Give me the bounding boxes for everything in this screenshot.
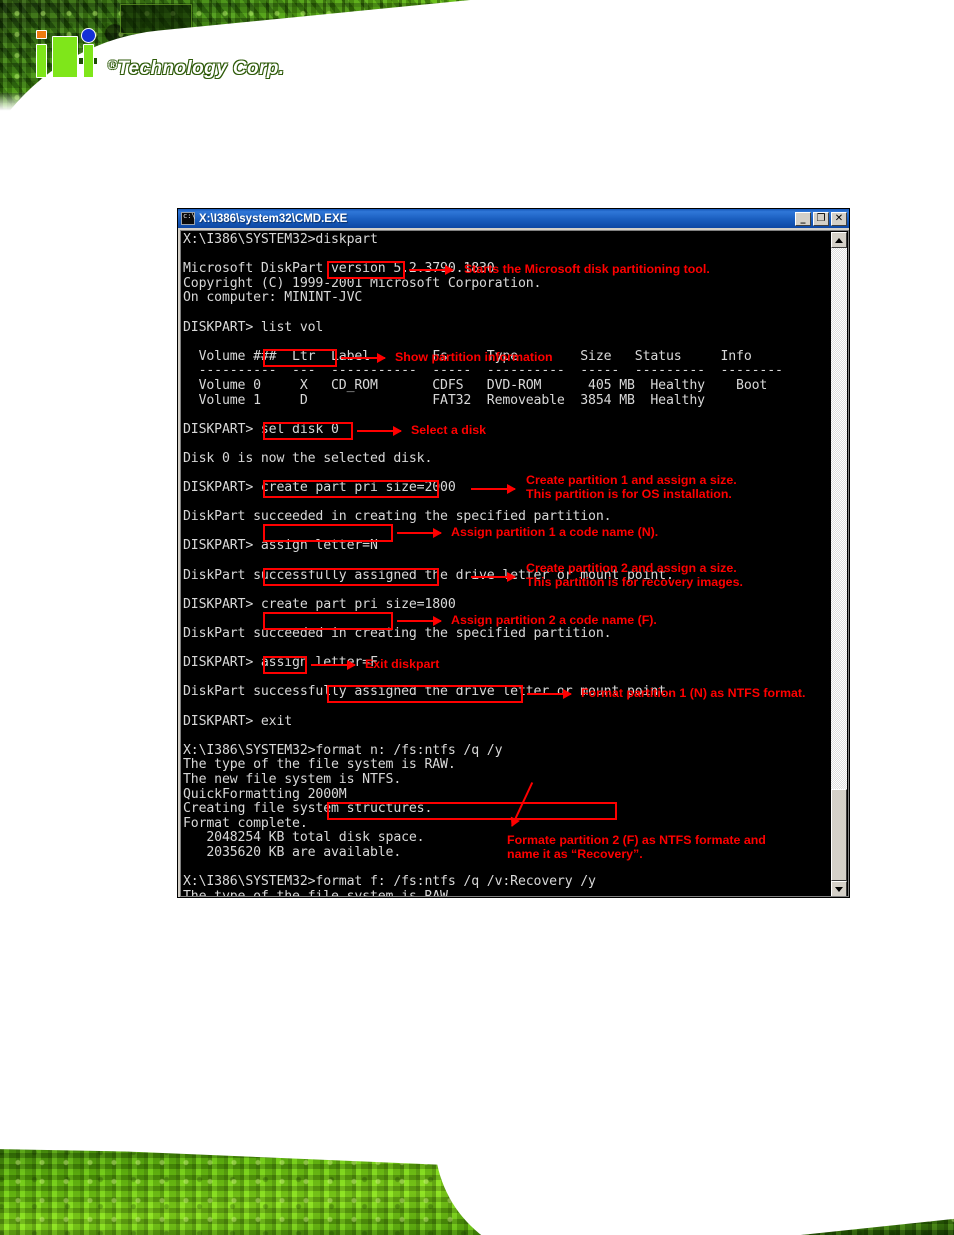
logo-letter-e <box>52 36 97 78</box>
footer-fade <box>0 1130 954 1142</box>
annotation-exit-diskpart: Exit diskpart <box>365 657 440 671</box>
logo-i-dot-blue <box>81 28 96 43</box>
console-line: The type of the file system is RAW. <box>183 757 456 773</box>
console-line: The new file system is NTFS. <box>183 771 402 787</box>
console-line: DISKPART> assign letter=F <box>183 655 378 671</box>
console-line: DiskPart succeeded in creating the speci… <box>183 509 612 525</box>
console-line: DISKPART> exit <box>183 713 293 729</box>
logo-i-dot-orange <box>36 30 47 39</box>
console-line: X:\I386\SYSTEM32>format n: /fs:ntfs /q /… <box>183 742 503 758</box>
logo-letter-i2 <box>83 44 94 78</box>
iei-logo: ®Technology Corp. <box>34 28 284 80</box>
minimize-button[interactable]: _ <box>795 211 811 226</box>
close-button[interactable]: ✕ <box>831 211 847 226</box>
console-line: DiskPart succeeded in creating the speci… <box>183 626 612 642</box>
window-controls: _ ❐ ✕ <box>795 211 847 226</box>
arrow-format-n <box>527 689 572 699</box>
arrow-diskpart <box>409 265 454 275</box>
cmd-window[interactable]: X:\I386\system32\CMD.EXE _ ❐ ✕ X:\I386\S… <box>177 208 850 898</box>
console-line: Volume 1 D FAT32 Removeable 3854 MB Heal… <box>183 392 705 408</box>
console-line: ---------- --- ----------- ----- -------… <box>183 363 783 379</box>
arrow-create-part-2 <box>471 572 516 582</box>
console-body[interactable]: X:\I386\SYSTEM32>diskpart Microsoft DiskP… <box>180 230 849 897</box>
console-line: Creating file system structures. <box>183 801 433 817</box>
header-banner: ®Technology Corp. <box>0 0 954 112</box>
console-line: Copyright (C) 1999-2001 Microsoft Corpor… <box>183 275 542 291</box>
registered-mark: ® <box>108 58 118 72</box>
cmd-console-icon <box>181 212 196 225</box>
arrow-assign-n <box>397 528 442 538</box>
arrow-sel-disk <box>357 426 402 436</box>
console-line: Volume 0 X CD_ROM CDFS DVD-ROM 405 MB He… <box>183 377 768 393</box>
company-name: ®Technology Corp. <box>108 59 284 80</box>
scroll-up-button[interactable] <box>831 232 847 248</box>
console-line: 2035620 KB are available. <box>183 844 402 860</box>
annotation-assign-n: Assign partition 1 a code name (N). <box>451 525 659 539</box>
vertical-scrollbar[interactable] <box>831 232 847 896</box>
scrollbar-track[interactable] <box>831 248 847 881</box>
restore-button[interactable]: ❐ <box>813 211 829 226</box>
annotation-diskpart: Starts the Microsoft disk partitioning t… <box>464 262 710 276</box>
console-line: DISKPART> assign letter=N <box>183 538 378 554</box>
chevron-down-icon <box>835 886 843 892</box>
console-line: On computer: MININT-JVC <box>183 290 363 306</box>
annotation-create-part-1-line2: This partition is for OS installation. <box>526 487 732 501</box>
console-line: Disk 0 is now the selected disk. <box>183 450 433 466</box>
arrow-list-vol <box>341 353 386 363</box>
window-title: X:\I386\system32\CMD.EXE <box>199 212 348 225</box>
console-line: DISKPART> list vol <box>183 319 324 335</box>
window-titlebar[interactable]: X:\I386\system32\CMD.EXE _ ❐ ✕ <box>178 209 849 228</box>
annotation-create-part-2-line1: Create partition 2 and assign a size. <box>526 561 737 575</box>
console-line: X:\I386\SYSTEM32>diskpart <box>183 232 378 247</box>
header-fade <box>0 92 954 112</box>
arrow-assign-f <box>397 616 442 626</box>
annotation-format-n: Format partition 1 (N) as NTFS format. <box>581 686 806 700</box>
arrow-create-part-1 <box>471 484 516 494</box>
iei-logo-mark <box>34 28 102 80</box>
company-label: Technology Corp. <box>117 58 285 79</box>
annotation-create-part-2-line2: This partition is for recovery images. <box>526 575 743 589</box>
annotation-create-part-1-line1: Create partition 1 and assign a size. <box>526 473 737 487</box>
annotation-format-f-line1: Formate partition 2 (F) as NTFS formate … <box>507 833 766 847</box>
annotation-format-f-line2: name it as “Recovery”. <box>507 847 643 861</box>
console-line: QuickFormatting 2000M <box>183 786 347 802</box>
annotation-assign-f: Assign partition 2 a code name (F). <box>451 613 657 627</box>
console-line: DISKPART> create part pri size=1800 <box>183 596 456 612</box>
scroll-down-button[interactable] <box>831 881 847 896</box>
console-line: DISKPART> sel disk 0 <box>183 421 339 437</box>
logo-letter-i <box>36 44 47 78</box>
chevron-up-icon <box>835 237 843 243</box>
arrow-exit-diskpart <box>311 660 356 670</box>
footer-banner <box>0 1130 954 1235</box>
console-line: The type of the file system is RAW. <box>183 888 456 897</box>
annotation-list-vol: Show partition information <box>395 350 553 364</box>
annotation-sel-disk: Select a disk <box>411 423 487 437</box>
console-line: X:\I386\SYSTEM32>format f: /fs:ntfs /q /… <box>183 874 596 890</box>
footer-swoosh-c <box>435 1130 954 1235</box>
scrollbar-thumb[interactable] <box>831 789 847 881</box>
